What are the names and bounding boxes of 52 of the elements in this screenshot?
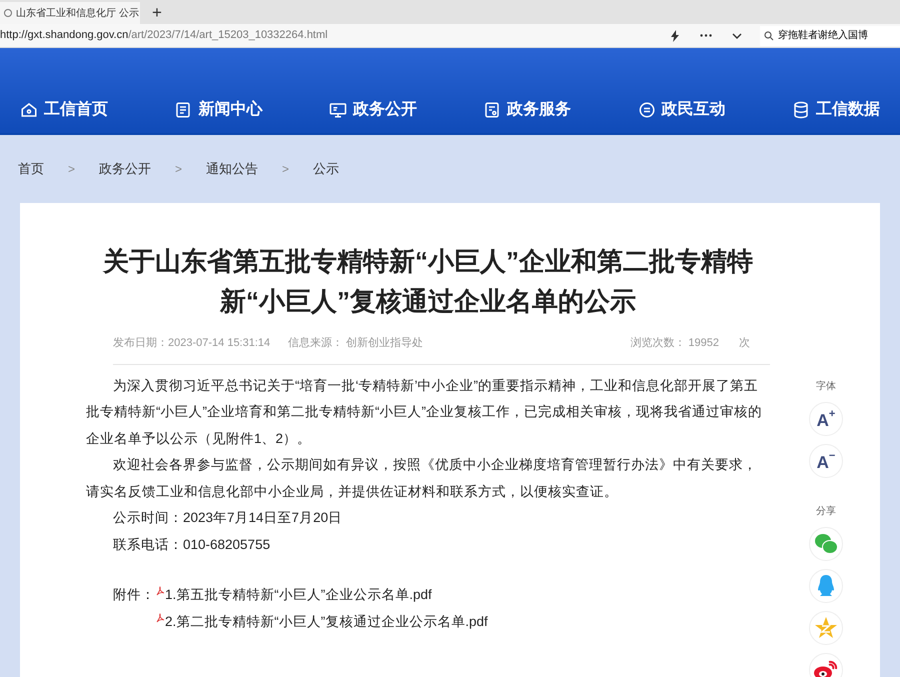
search-icon	[764, 30, 774, 40]
breadcrumb-separator: >	[68, 161, 76, 178]
attachment-link[interactable]: 2.第二批专精特新“小巨人”复核通过企业公示名单.pdf	[155, 608, 488, 635]
chat-icon	[638, 101, 656, 119]
font-size-button[interactable]: A+	[809, 402, 843, 436]
clipboard-icon	[483, 101, 502, 119]
breadcrumb-separator: >	[282, 161, 290, 178]
publish-date: 发布日期：2023-07-14 15:31:14	[113, 336, 270, 351]
font-size-button[interactable]: A−	[809, 444, 843, 478]
share-button[interactable]	[809, 653, 843, 677]
nav-link[interactable]: 新闻中心	[174, 98, 262, 122]
penguin-icon	[816, 574, 836, 598]
breadcrumb-link[interactable]: 首页	[18, 159, 44, 179]
nav-link[interactable]: 政务服务	[483, 98, 572, 122]
pdf-icon	[155, 612, 165, 622]
breadcrumb-link[interactable]: 公示	[313, 159, 340, 179]
browser-tab[interactable]: 山东省工业和信息化厅 公示	[0, 2, 140, 24]
new-tab-button[interactable]: +	[148, 2, 166, 24]
body-line: 公示时间：2023年7月14日至7月20日	[112, 509, 344, 527]
star-icon	[814, 616, 838, 640]
share-button[interactable]	[809, 527, 843, 561]
attachments-label: 附件：	[113, 586, 155, 604]
breadcrumb-link[interactable]: 政务公开	[99, 159, 152, 179]
info-source: 信息来源： 创新创业指导处	[288, 336, 424, 351]
home-icon	[20, 101, 38, 119]
article-title: 关于山东省第五批专精特新“小巨人”企业和第二批专精特新“小巨人”复核通过企业名单的公示	[102, 245, 754, 318]
share-label: 分享	[816, 504, 836, 519]
view-unit: 次	[739, 336, 750, 351]
view-count: 浏览次数： 19952	[630, 336, 719, 351]
more-icon[interactable]	[700, 34, 712, 37]
pdf-icon	[155, 586, 165, 596]
font-size-label: 字体	[816, 380, 836, 394]
attachment-link[interactable]: 1.第五批专精特新“小巨人”企业公示名单.pdf	[155, 582, 488, 608]
nav-link[interactable]: 政务公开	[328, 98, 417, 122]
breadcrumb-separator: >	[175, 161, 182, 178]
document-icon	[174, 101, 192, 119]
breadcrumb-link[interactable]: 通知公告	[206, 159, 258, 179]
nav-link[interactable]: 工信数据	[792, 98, 880, 122]
url-field[interactable]: http://gxt.shandong.gov.cn/art/2023/7/14/art_15203_10332264.html	[0, 27, 660, 44]
body-paragraph: 为深入贯彻习近平总书记关于“培育一批‘专精特新’中小企业”的重要指示精神，工业和信息化部开展了第五批专精特新“小巨人”企业培育和第二批专精特新“小巨人”企业复核工作，已完成相关审核，现将我省通过审核的企业名单予以公示（见附件1、2）。	[86, 376, 763, 448]
lightning-icon[interactable]	[670, 30, 680, 42]
chevron-down-icon[interactable]	[732, 32, 742, 38]
search-field[interactable]: 穿拖鞋者谢绝入国博	[760, 26, 900, 46]
share-button[interactable]	[809, 569, 843, 603]
nav-link[interactable]: 政民互动	[638, 98, 726, 122]
nav-link[interactable]: 工信首页	[20, 98, 108, 122]
database-icon	[792, 101, 810, 119]
globe-icon	[4, 9, 12, 17]
body-paragraph: 欢迎社会各界参与监督，公示期间如有异议，按照《优质中小企业梯度培育管理暂行办法》中有关要求，请实名反馈工业和信息化部中小企业局，并提供佐证材料和联系方式，以便核实查证。	[86, 456, 758, 500]
monitor-icon	[328, 101, 347, 119]
chat-bubbles-icon	[814, 533, 838, 555]
body-line: 联系电话：010-68205755	[112, 536, 272, 554]
